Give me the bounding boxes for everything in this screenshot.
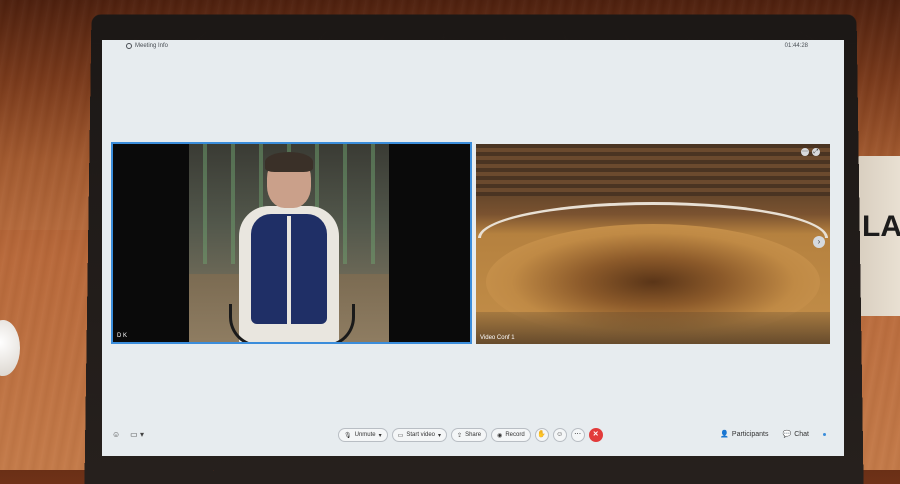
tile-options-icon[interactable]: ⋯	[801, 148, 809, 156]
toolbar-left: ☺ ▭ ▾	[112, 430, 144, 439]
participant-tile-active-speaker[interactable]: D K	[111, 142, 472, 344]
video-off-icon: ▭	[397, 432, 404, 439]
raise-hand-button[interactable]: ✋	[534, 428, 549, 442]
chevron-down-icon: ▾	[438, 432, 442, 439]
record-label: Record	[505, 432, 525, 438]
meeting-info-label: Meeting Info	[135, 43, 169, 49]
tile-expand-icon[interactable]: ⤢	[812, 148, 820, 156]
conference-room-video	[476, 144, 830, 344]
emoji-reactions-icon[interactable]: ☺	[112, 430, 120, 439]
reactions-button[interactable]: ☺	[552, 428, 567, 442]
share-screen-icon: ⇪	[457, 432, 463, 439]
meeting-timer: 01:44:28	[784, 43, 808, 49]
more-panels-indicator[interactable]	[823, 432, 826, 436]
front-row-desks	[476, 312, 830, 344]
leave-meeting-button[interactable]: ✕	[588, 428, 603, 442]
more-options-button[interactable]: ⋯	[570, 428, 585, 442]
mic-muted-icon: 🎙	[344, 432, 352, 439]
toolbar-center: 🎙 Unmute ▾ ▭ Start video ▾ ⇪ Share ◉ Rec…	[338, 428, 603, 442]
hall-wall	[476, 144, 830, 196]
info-icon	[126, 43, 132, 49]
share-button[interactable]: ⇪ Share	[451, 428, 488, 442]
participant-name-tag: D K	[117, 333, 128, 339]
participant-video	[189, 144, 389, 342]
share-label: Share	[465, 432, 482, 438]
record-icon: ◉	[497, 432, 503, 439]
participants-label: Participants	[731, 430, 769, 438]
video-call-screen: Meeting Info 01:44:28 ‹ D K ⋯	[102, 40, 844, 456]
chair	[229, 304, 355, 342]
record-button[interactable]: ◉ Record	[491, 428, 531, 442]
tile-controls: ⋯ ⤢	[801, 148, 820, 156]
nameplate-text: LA	[862, 210, 900, 243]
chat-bubble-icon: 💬	[782, 431, 792, 438]
chat-button[interactable]: 💬 Chat	[782, 430, 809, 439]
start-video-button[interactable]: ▭ Start video ▾	[391, 428, 448, 442]
participants-button[interactable]: 👤 Participants	[720, 430, 769, 439]
chevron-down-icon: ▾	[378, 432, 382, 439]
top-bar: Meeting Info 01:44:28	[102, 40, 844, 54]
chat-label: Chat	[794, 430, 809, 438]
person-icon: 👤	[720, 431, 729, 438]
participant-person	[229, 152, 355, 342]
unmute-button[interactable]: 🎙 Unmute ▾	[338, 428, 388, 442]
captions-icon[interactable]: ▭ ▾	[130, 430, 144, 439]
round-table	[478, 202, 828, 238]
next-page-button[interactable]: ›	[813, 236, 825, 248]
room-name-tag: Video Conf 1	[480, 335, 515, 341]
toolbar-right: 👤 Participants 💬 Chat	[720, 430, 826, 438]
meeting-info-button[interactable]: Meeting Info	[126, 43, 168, 49]
bottom-toolbar: ☺ ▭ ▾ 🎙 Unmute ▾ ▭ Start video ▾ ⇪ Share…	[102, 426, 844, 446]
unmute-label: Unmute	[354, 432, 376, 438]
start-video-label: Start video	[406, 432, 436, 438]
hair	[265, 152, 313, 172]
participant-tile-room[interactable]: ⋯ ⤢ Video Conf 1	[476, 144, 830, 344]
